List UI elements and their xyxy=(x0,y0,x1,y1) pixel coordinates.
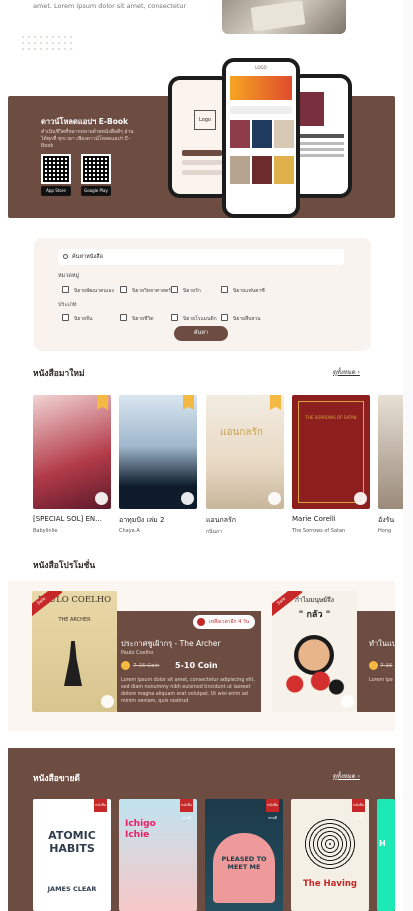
book-author-4: The Sorrows of Satan xyxy=(292,528,346,534)
book-title-4[interactable]: Marie Corelli xyxy=(292,515,336,523)
promo-title: หนังสือโปรโมชั่น xyxy=(33,561,96,571)
bestseller-tag: หนังสือขายดี xyxy=(266,799,279,820)
type-option-2: นิยายชีวิต xyxy=(132,316,154,322)
cover-title-h: H xyxy=(379,839,386,848)
promo-book-cover-1[interactable]: PAULO COELHO THE ARCHER Sale xyxy=(32,591,117,712)
book-cover-3[interactable]: แอนกลรัก xyxy=(206,395,284,509)
audio-icon xyxy=(101,695,114,708)
promo-timer-badge: เหลือเวลาอีก 4 วัน xyxy=(193,615,256,629)
type-option-1: นิยายจีน xyxy=(74,316,93,322)
best-book-cover-2[interactable]: หนังสือขายดี Ichigo Ichie xyxy=(119,799,197,911)
best-book-cover-5[interactable]: H xyxy=(377,799,395,911)
coin-icon xyxy=(121,661,130,670)
app-download-desc: ดำเนินชีวิตที่หลากหลายด้วยหนังสือดีๆ อ่า… xyxy=(41,129,134,149)
category-option-1: นิยายพัฒนาตนเอง xyxy=(74,288,114,294)
phone-app-brand: LOGO xyxy=(255,65,267,70)
cover-author-clear: JAMES CLEAR xyxy=(47,885,97,893)
app-store-badge[interactable]: App Store xyxy=(41,186,71,196)
best-book-cover-1[interactable]: หนังสือขายดี ATOMIC HABITS JAMES CLEAR xyxy=(33,799,111,911)
category-label: หมวดหมู่ xyxy=(58,273,80,279)
search-icon xyxy=(63,254,68,259)
promo-old-price-2: 7-15 xyxy=(380,663,393,669)
book-author-2: Chaya.A xyxy=(119,528,140,534)
category-checkbox-3[interactable] xyxy=(171,286,178,293)
scrollbar[interactable] xyxy=(403,0,413,911)
type-checkbox-1[interactable] xyxy=(62,314,69,321)
new-ribbon xyxy=(270,395,281,410)
promo-card-2[interactable]: ทำในแบบ 7-15 Lorem ipsum dolor sit amet,… xyxy=(357,611,401,712)
type-option-4: นิยายสืบสวน xyxy=(233,316,261,322)
book-title-1[interactable]: [SPECIAL SOL] EN... xyxy=(33,515,102,523)
bestseller-tag: หนังสือขายดี xyxy=(352,799,365,820)
audio-icon xyxy=(181,492,194,505)
audio-icon xyxy=(354,492,367,505)
best-sellers-title: หนังสือขายดี xyxy=(33,774,80,784)
book-author-1: Babylinlie xyxy=(33,528,58,534)
category-checkbox-4[interactable] xyxy=(221,286,228,293)
intro-text: amet. Lorem ipsum dolor sit amet, consec… xyxy=(33,2,187,10)
coin-icon xyxy=(369,661,378,670)
new-books-see-all-link[interactable]: ดูทั้งหมด › xyxy=(333,367,360,377)
qr-code-ios[interactable] xyxy=(41,154,71,184)
category-checkbox-1[interactable] xyxy=(62,286,69,293)
audio-icon xyxy=(341,695,354,708)
promo-book-author-1: Paulo Coelho xyxy=(121,650,154,656)
promo-book-title-1: ประกาศชูเฝ้ากรุ - The Archer xyxy=(121,639,221,648)
qr-code-android[interactable] xyxy=(81,154,111,184)
cover-title-ichigo: Ichigo Ichie xyxy=(125,819,156,840)
type-option-3: นิยายโรแมนติก xyxy=(183,316,217,322)
type-checkbox-4[interactable] xyxy=(221,314,228,321)
cover-title-pleased: PLEASED TO MEET ME xyxy=(221,855,267,871)
category-option-3: นิยายรัก xyxy=(183,288,201,294)
bestseller-tag: หนังสือขายดี xyxy=(94,799,107,820)
promo-price-1: 5-10 Coin xyxy=(175,661,218,670)
type-label: ประเภท xyxy=(58,302,77,308)
dot-pattern xyxy=(20,34,76,52)
book-title-5[interactable]: อังรัน xyxy=(378,515,394,526)
phone-mockup-center: LOGO xyxy=(222,58,300,218)
cover-title-story: แอนกลรัก xyxy=(220,427,263,438)
app-logo-box: Logo xyxy=(194,110,216,130)
category-option-2: นิยายวิทยาศาสตร์ xyxy=(132,288,171,294)
best-sellers-see-all-link[interactable]: ดูทั้งหมด › xyxy=(333,771,360,781)
category-checkbox-2[interactable] xyxy=(120,286,127,293)
promo-desc-2: Lorem ipsum dolor sit amet, sed diam non… xyxy=(369,678,393,683)
promo-book-title-2: ทำในแบบ xyxy=(369,639,402,648)
app-download-title: ดาวน์โหลดแอปฯ E-Book xyxy=(41,117,129,126)
google-play-badge[interactable]: Google Play xyxy=(81,186,111,196)
best-book-cover-3[interactable]: หนังสือขายดี PLEASED TO MEET ME xyxy=(205,799,283,911)
new-ribbon xyxy=(97,395,108,410)
book-title-3[interactable]: แอนกลรัก xyxy=(206,515,236,526)
bestseller-tag: หนังสือขายดี xyxy=(180,799,193,820)
category-option-4: นิยายแฟนตาซี xyxy=(233,288,265,294)
type-checkbox-2[interactable] xyxy=(120,314,127,321)
new-ribbon xyxy=(183,395,194,410)
page: amet. Lorem ipsum dolor sit amet, consec… xyxy=(0,0,413,911)
search-input[interactable]: ค้นหาหนังสือ xyxy=(58,249,344,265)
promo-desc-1: Lorem ipsum dolor sit amet, consectetur … xyxy=(121,678,255,704)
best-book-cover-4[interactable]: หนังสือขายดี The Having xyxy=(291,799,369,911)
book-cover-4[interactable]: THE SORROWS OF SATAN xyxy=(292,395,370,509)
audio-icon xyxy=(95,492,108,505)
cover-fear-mid: " กลัว " xyxy=(298,610,331,620)
book-cover-2[interactable] xyxy=(119,395,197,509)
promo-book-cover-2[interactable]: กำไมมนุษย์จึง " กลัว " Sale xyxy=(272,591,357,712)
search-button[interactable]: ค้นหา xyxy=(174,326,228,341)
new-books-title: หนังสือมาใหม่ xyxy=(33,369,85,379)
search-panel: ค้นหาหนังสือ หมวดหมู่ นิยายพัฒนาตนเอง นิ… xyxy=(34,238,371,351)
promo-card-1[interactable]: เหลือเวลาอีก 4 วัน ประกาศชูเฝ้ากรุ - The… xyxy=(117,611,261,712)
book-author-3: กนิ่นภา xyxy=(206,529,222,535)
cover-title-marie: THE SORROWS OF SATAN xyxy=(305,415,357,420)
promo-old-price-1: 7-15 Coin xyxy=(133,663,160,669)
hero-book-image xyxy=(222,0,346,34)
app-download-banner: ดาวน์โหลดแอปฯ E-Book ดำเนินชีวิตที่หลากห… xyxy=(8,58,395,218)
cover-title-having: The Having xyxy=(302,879,357,889)
cover-title-archer: THE ARCHER xyxy=(58,617,91,623)
audio-icon xyxy=(268,492,281,505)
type-checkbox-3[interactable] xyxy=(171,314,178,321)
book-cover-1[interactable] xyxy=(33,395,111,509)
book-author-5: Hong xyxy=(378,528,392,534)
book-title-2[interactable]: อาทุมปัง เล่ม 2 xyxy=(119,515,164,526)
cover-title-atomic: ATOMIC HABITS xyxy=(48,829,96,855)
